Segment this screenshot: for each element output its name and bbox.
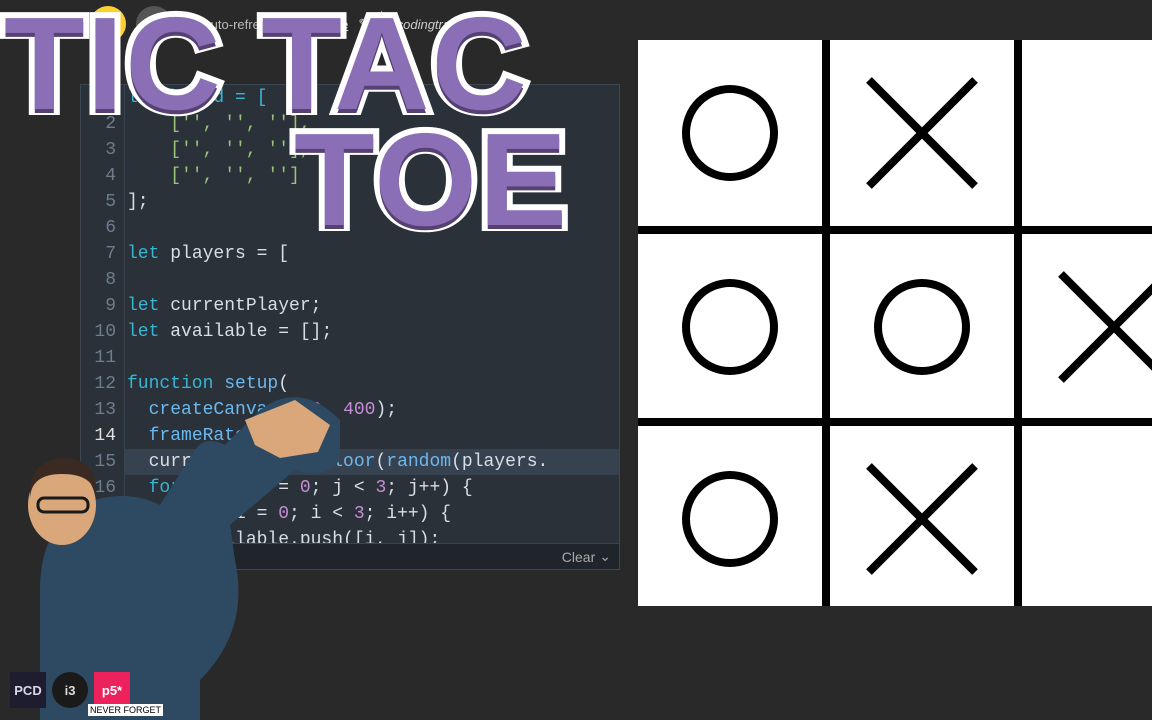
- board-cell: [638, 234, 822, 420]
- sticker-never-forget: NEVER FORGET: [88, 704, 163, 716]
- board-cell: [638, 40, 822, 226]
- board-cell: [1022, 234, 1152, 420]
- grid-line: [822, 40, 830, 606]
- chevron-down-icon: ⌄: [599, 548, 611, 565]
- board-cell: [1022, 426, 1152, 612]
- x-mark: [867, 464, 977, 574]
- x-mark: [867, 78, 977, 188]
- board-cell: [1022, 40, 1152, 226]
- grid-line: [638, 226, 1152, 234]
- board-cell: [830, 426, 1014, 612]
- o-mark: [682, 85, 778, 181]
- o-mark: [682, 279, 778, 375]
- video-title-overlay: TIC TAC TOE: [4, 6, 569, 238]
- board-cell: [638, 426, 822, 612]
- board-cell: [830, 234, 1014, 420]
- badge-i3: i3: [52, 672, 88, 708]
- grid-line: [1014, 40, 1022, 606]
- badge-p5: p5*: [94, 672, 130, 708]
- x-mark: [1059, 272, 1152, 382]
- badge-pcd: PCD: [10, 672, 46, 708]
- o-mark: [874, 279, 970, 375]
- presenter-figure: [0, 350, 340, 720]
- sketch-canvas: [638, 40, 1152, 606]
- console-clear-button[interactable]: Clear ⌄: [562, 548, 611, 565]
- laptop-stickers: PCD i3 p5*: [10, 672, 130, 708]
- o-mark: [682, 471, 778, 567]
- board-cell: [830, 40, 1014, 226]
